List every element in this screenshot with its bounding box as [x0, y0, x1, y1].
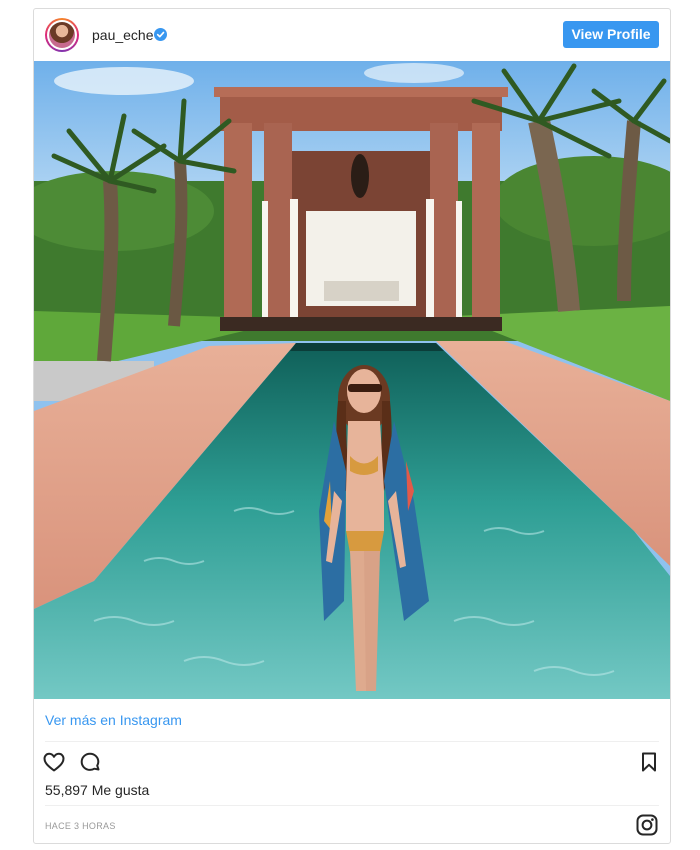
post-header: pau_eche View Profile [34, 9, 670, 61]
heart-icon[interactable] [42, 750, 66, 774]
divider [45, 741, 659, 742]
view-more-on-instagram-link[interactable]: Ver más en Instagram [45, 712, 182, 728]
bookmark-icon[interactable] [637, 750, 661, 774]
likes-count[interactable]: 55,897 Me gusta [45, 782, 149, 798]
verified-badge-icon [154, 28, 167, 41]
post-photo[interactable] [34, 61, 670, 699]
instagram-logo-icon[interactable] [635, 813, 659, 837]
comment-bubble-icon[interactable] [78, 750, 102, 774]
post-timestamp: HACE 3 HORAS [45, 821, 116, 831]
divider [45, 805, 659, 806]
view-profile-button[interactable]: View Profile [563, 21, 659, 48]
instagram-embed-card: pau_eche View Profile Ver más en Instagr… [33, 8, 671, 844]
profile-avatar[interactable] [45, 18, 79, 52]
username[interactable]: pau_eche [92, 27, 154, 43]
